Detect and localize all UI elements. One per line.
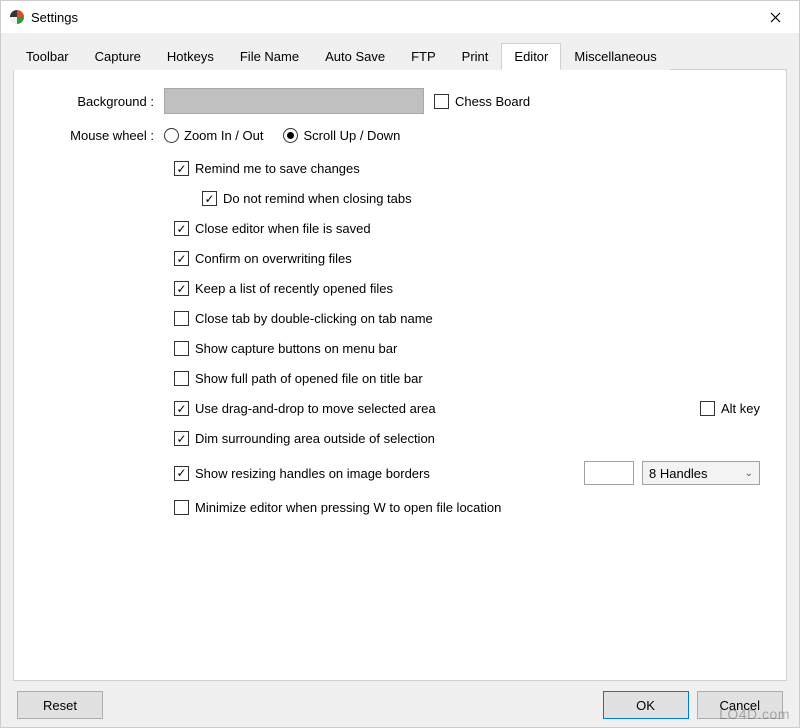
checkbox-box	[434, 94, 449, 109]
cancel-button[interactable]: Cancel	[697, 691, 783, 719]
tab-autosave[interactable]: Auto Save	[312, 43, 398, 70]
checkbox-label: Show full path of opened file on title b…	[195, 371, 423, 386]
checkbox-label: Keep a list of recently opened files	[195, 281, 393, 296]
checkbox-label: Close tab by double-clicking on tab name	[195, 311, 433, 326]
checkbox-label: Chess Board	[455, 94, 530, 109]
checkbox-label: Do not remind when closing tabs	[223, 191, 412, 206]
checkbox-label: Show capture buttons on menu bar	[195, 341, 397, 356]
radio-label: Scroll Up / Down	[303, 128, 400, 143]
checkbox-label: Show resizing handles on image borders	[195, 466, 430, 481]
checkbox-label: Dim surrounding area outside of selectio…	[195, 431, 435, 446]
no-remind-tabs-checkbox[interactable]: Do not remind when closing tabs	[202, 191, 412, 206]
checkbox-box	[174, 281, 189, 296]
checkbox-box	[174, 251, 189, 266]
handles-dropdown[interactable]: 8 Handles ⌄	[642, 461, 760, 485]
confirm-overwrite-checkbox[interactable]: Confirm on overwriting files	[174, 251, 352, 266]
checkbox-box	[174, 401, 189, 416]
radio-zoom[interactable]: Zoom In / Out	[164, 128, 263, 143]
content-area: Toolbar Capture Hotkeys File Name Auto S…	[1, 33, 799, 727]
dim-surrounding-checkbox[interactable]: Dim surrounding area outside of selectio…	[174, 431, 435, 446]
close-dblclick-checkbox[interactable]: Close tab by double-clicking on tab name	[174, 311, 433, 326]
titlebar: Settings	[1, 1, 799, 33]
recent-list-checkbox[interactable]: Keep a list of recently opened files	[174, 281, 393, 296]
close-button[interactable]	[753, 2, 797, 32]
checkbox-box	[174, 161, 189, 176]
radio-button	[164, 128, 179, 143]
drag-drop-checkbox[interactable]: Use drag-and-drop to move selected area	[174, 401, 436, 416]
tab-capture[interactable]: Capture	[82, 43, 154, 70]
close-on-save-checkbox[interactable]: Close editor when file is saved	[174, 221, 371, 236]
checkbox-label: Alt key	[721, 401, 760, 416]
button-label: Cancel	[720, 698, 760, 713]
checkbox-label: Close editor when file is saved	[195, 221, 371, 236]
checkbox-label: Remind me to save changes	[195, 161, 360, 176]
tab-filename[interactable]: File Name	[227, 43, 312, 70]
window-title: Settings	[31, 10, 753, 25]
button-label: OK	[636, 698, 655, 713]
tab-misc[interactable]: Miscellaneous	[561, 43, 669, 70]
ok-button[interactable]: OK	[603, 691, 689, 719]
chess-board-checkbox[interactable]: Chess Board	[434, 94, 530, 109]
checkbox-box	[174, 371, 189, 386]
mouse-wheel-label: Mouse wheel :	[32, 128, 164, 143]
mouse-wheel-radio-group: Zoom In / Out Scroll Up / Down	[164, 128, 400, 143]
reset-button[interactable]: Reset	[17, 691, 103, 719]
app-icon	[9, 9, 25, 25]
checkbox-box	[174, 431, 189, 446]
radio-label: Zoom In / Out	[184, 128, 263, 143]
handles-number-input[interactable]	[584, 461, 634, 485]
radio-button	[283, 128, 298, 143]
checkbox-box	[174, 466, 189, 481]
resizing-handles-checkbox[interactable]: Show resizing handles on image borders	[174, 466, 430, 481]
editor-panel: Background : Chess Board Mouse wheel :	[13, 69, 787, 681]
capture-buttons-checkbox[interactable]: Show capture buttons on menu bar	[174, 341, 397, 356]
tab-ftp[interactable]: FTP	[398, 43, 449, 70]
checkbox-box	[174, 500, 189, 515]
button-label: Reset	[43, 698, 77, 713]
button-bar: Reset OK Cancel	[13, 681, 787, 721]
checkbox-box	[202, 191, 217, 206]
settings-window: Settings Toolbar Capture Hotkeys File Na…	[0, 0, 800, 728]
chevron-down-icon: ⌄	[745, 468, 753, 479]
checkbox-box	[174, 341, 189, 356]
alt-key-checkbox[interactable]: Alt key	[700, 401, 760, 416]
radio-scroll[interactable]: Scroll Up / Down	[283, 128, 400, 143]
dropdown-value: 8 Handles	[649, 466, 708, 481]
background-color-swatch[interactable]	[164, 88, 424, 114]
tab-bar: Toolbar Capture Hotkeys File Name Auto S…	[13, 43, 787, 70]
checkbox-box	[174, 311, 189, 326]
tab-print[interactable]: Print	[449, 43, 502, 70]
tab-hotkeys[interactable]: Hotkeys	[154, 43, 227, 70]
minimize-w-checkbox[interactable]: Minimize editor when pressing W to open …	[174, 500, 501, 515]
checkbox-label: Minimize editor when pressing W to open …	[195, 500, 501, 515]
checkbox-label: Use drag-and-drop to move selected area	[195, 401, 436, 416]
tab-editor[interactable]: Editor	[501, 43, 561, 70]
full-path-checkbox[interactable]: Show full path of opened file on title b…	[174, 371, 423, 386]
remind-save-checkbox[interactable]: Remind me to save changes	[174, 161, 360, 176]
tab-toolbar[interactable]: Toolbar	[13, 43, 82, 70]
checkbox-box	[174, 221, 189, 236]
checkbox-box	[700, 401, 715, 416]
options-list: Remind me to save changes Do not remind …	[174, 161, 768, 515]
checkbox-label: Confirm on overwriting files	[195, 251, 352, 266]
background-label: Background :	[32, 94, 164, 109]
